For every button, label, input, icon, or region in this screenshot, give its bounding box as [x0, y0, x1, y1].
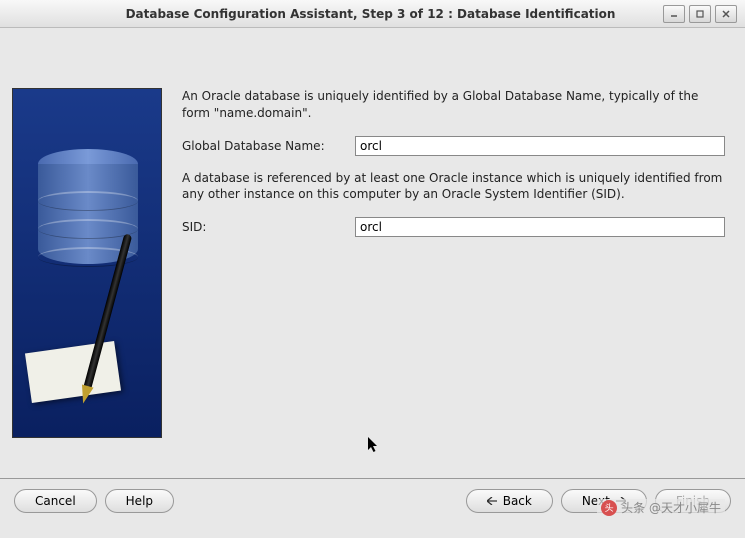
global-db-name-label: Global Database Name: [182, 139, 347, 153]
sid-input[interactable] [355, 217, 725, 237]
window-controls [663, 5, 737, 23]
global-db-name-input[interactable] [355, 136, 725, 156]
window-titlebar: Database Configuration Assistant, Step 3… [0, 0, 745, 28]
help-button[interactable]: Help [105, 489, 174, 513]
close-button[interactable] [715, 5, 737, 23]
wizard-sidebar-image [12, 88, 162, 438]
back-arrow-icon [487, 497, 497, 505]
paper-tag-graphic [25, 341, 121, 403]
window-title: Database Configuration Assistant, Step 3… [8, 7, 663, 21]
minimize-button[interactable] [663, 5, 685, 23]
cancel-button[interactable]: Cancel [14, 489, 97, 513]
sid-label: SID: [182, 220, 347, 234]
watermark: 头 头条 @天才小犀牛 [597, 499, 725, 516]
maximize-button[interactable] [689, 5, 711, 23]
description-text-1: An Oracle database is uniquely identifie… [182, 88, 725, 122]
back-button[interactable]: Back [466, 489, 553, 513]
description-text-2: A database is referenced by at least one… [182, 170, 725, 204]
watermark-text: 头条 @天才小犀牛 [621, 499, 721, 516]
watermark-icon: 头 [601, 500, 617, 516]
wizard-main-panel: An Oracle database is uniquely identifie… [182, 38, 733, 478]
back-button-label: Back [503, 494, 532, 508]
